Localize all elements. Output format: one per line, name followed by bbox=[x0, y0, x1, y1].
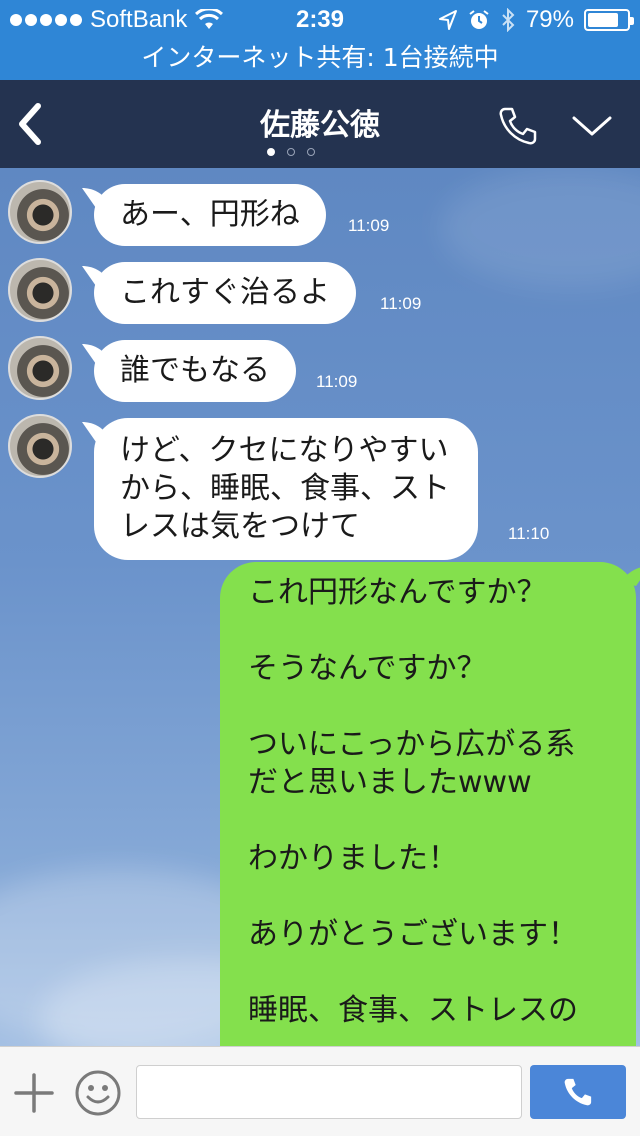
chat-area[interactable]: あー、円形ね 11:09 これすぐ治るよ 11:09 誰でもなる 11:09 け… bbox=[0, 168, 640, 1046]
message-text: あー、円形ね bbox=[120, 197, 300, 232]
sticker-button[interactable] bbox=[74, 1069, 122, 1117]
bubble-tail bbox=[82, 344, 110, 364]
menu-toggle-button[interactable] bbox=[568, 108, 616, 144]
location-arrow-icon bbox=[438, 10, 457, 30]
contact-name[interactable]: 佐藤公徳 bbox=[0, 100, 640, 144]
incoming-message-bubble[interactable]: これすぐ治るよ bbox=[82, 262, 356, 324]
status-bar: SoftBank 2:39 79% bbox=[0, 0, 640, 40]
send-button[interactable] bbox=[530, 1065, 626, 1119]
bubble-tail bbox=[82, 188, 110, 208]
bubble-tail bbox=[620, 567, 640, 586]
outgoing-message-bubble[interactable]: これ円形なんですか？ そうなんですか？ ついにこっから広がる系 だと思いましたw… bbox=[220, 562, 640, 1046]
chat-header: 佐藤公徳 bbox=[0, 80, 640, 168]
message-paragraph: 睡眠、食事、ストレスの bbox=[248, 993, 578, 1028]
bubble-tail bbox=[82, 422, 110, 442]
bluetooth-icon bbox=[502, 8, 515, 32]
avatar[interactable] bbox=[8, 258, 72, 322]
message-paragraph: ありがとうございます！ bbox=[248, 917, 578, 952]
hotspot-text: インターネット共有: 1台接続中 bbox=[141, 43, 499, 72]
page-indicator-dot bbox=[287, 148, 295, 156]
avatar[interactable] bbox=[8, 414, 72, 478]
message-paragraph: そうなんですか？ bbox=[248, 651, 487, 686]
incoming-message-bubble[interactable]: あー、円形ね bbox=[82, 184, 326, 246]
message-text: 誰でもなる bbox=[120, 353, 270, 388]
message-timestamp: 11:10 bbox=[508, 524, 550, 543]
avatar[interactable] bbox=[8, 336, 72, 400]
status-right: 79% bbox=[438, 6, 634, 34]
avatar[interactable] bbox=[8, 180, 72, 244]
message-timestamp: 11:09 bbox=[380, 294, 422, 313]
message-text: これすぐ治るよ bbox=[120, 275, 330, 310]
message-timestamp: 11:09 bbox=[348, 216, 390, 235]
message-timestamp: 11:09 bbox=[316, 372, 358, 391]
personal-hotspot-banner[interactable]: インターネット共有: 1台接続中 bbox=[0, 40, 640, 80]
battery-percent: 79% bbox=[525, 6, 574, 33]
message-line: から、睡眠、食事、スト bbox=[120, 471, 450, 506]
alarm-icon bbox=[469, 10, 489, 29]
phone-icon bbox=[564, 1078, 592, 1106]
message-paragraph: わかりました！ bbox=[248, 841, 458, 876]
page-indicator-dot bbox=[267, 148, 275, 156]
message-input-bar bbox=[0, 1046, 640, 1136]
message-line: レスは気をつけて bbox=[120, 509, 360, 544]
bubble-tail bbox=[82, 266, 110, 286]
battery-icon bbox=[584, 9, 634, 31]
incoming-message-bubble[interactable]: けど、クセになりやすい から、睡眠、食事、スト レスは気をつけて bbox=[82, 418, 478, 560]
message-input[interactable] bbox=[136, 1065, 522, 1119]
incoming-message-bubble[interactable]: 誰でもなる bbox=[82, 340, 296, 402]
add-attachment-button[interactable] bbox=[14, 1073, 54, 1113]
message-paragraph: ついにこっから広がる系 だと思いましたwww bbox=[248, 727, 576, 800]
message-line: けど、クセになりやすい bbox=[120, 433, 449, 468]
message-paragraph: これ円形なんですか？ bbox=[248, 575, 547, 610]
call-button[interactable] bbox=[496, 104, 540, 148]
page-indicator-dot bbox=[307, 148, 315, 156]
